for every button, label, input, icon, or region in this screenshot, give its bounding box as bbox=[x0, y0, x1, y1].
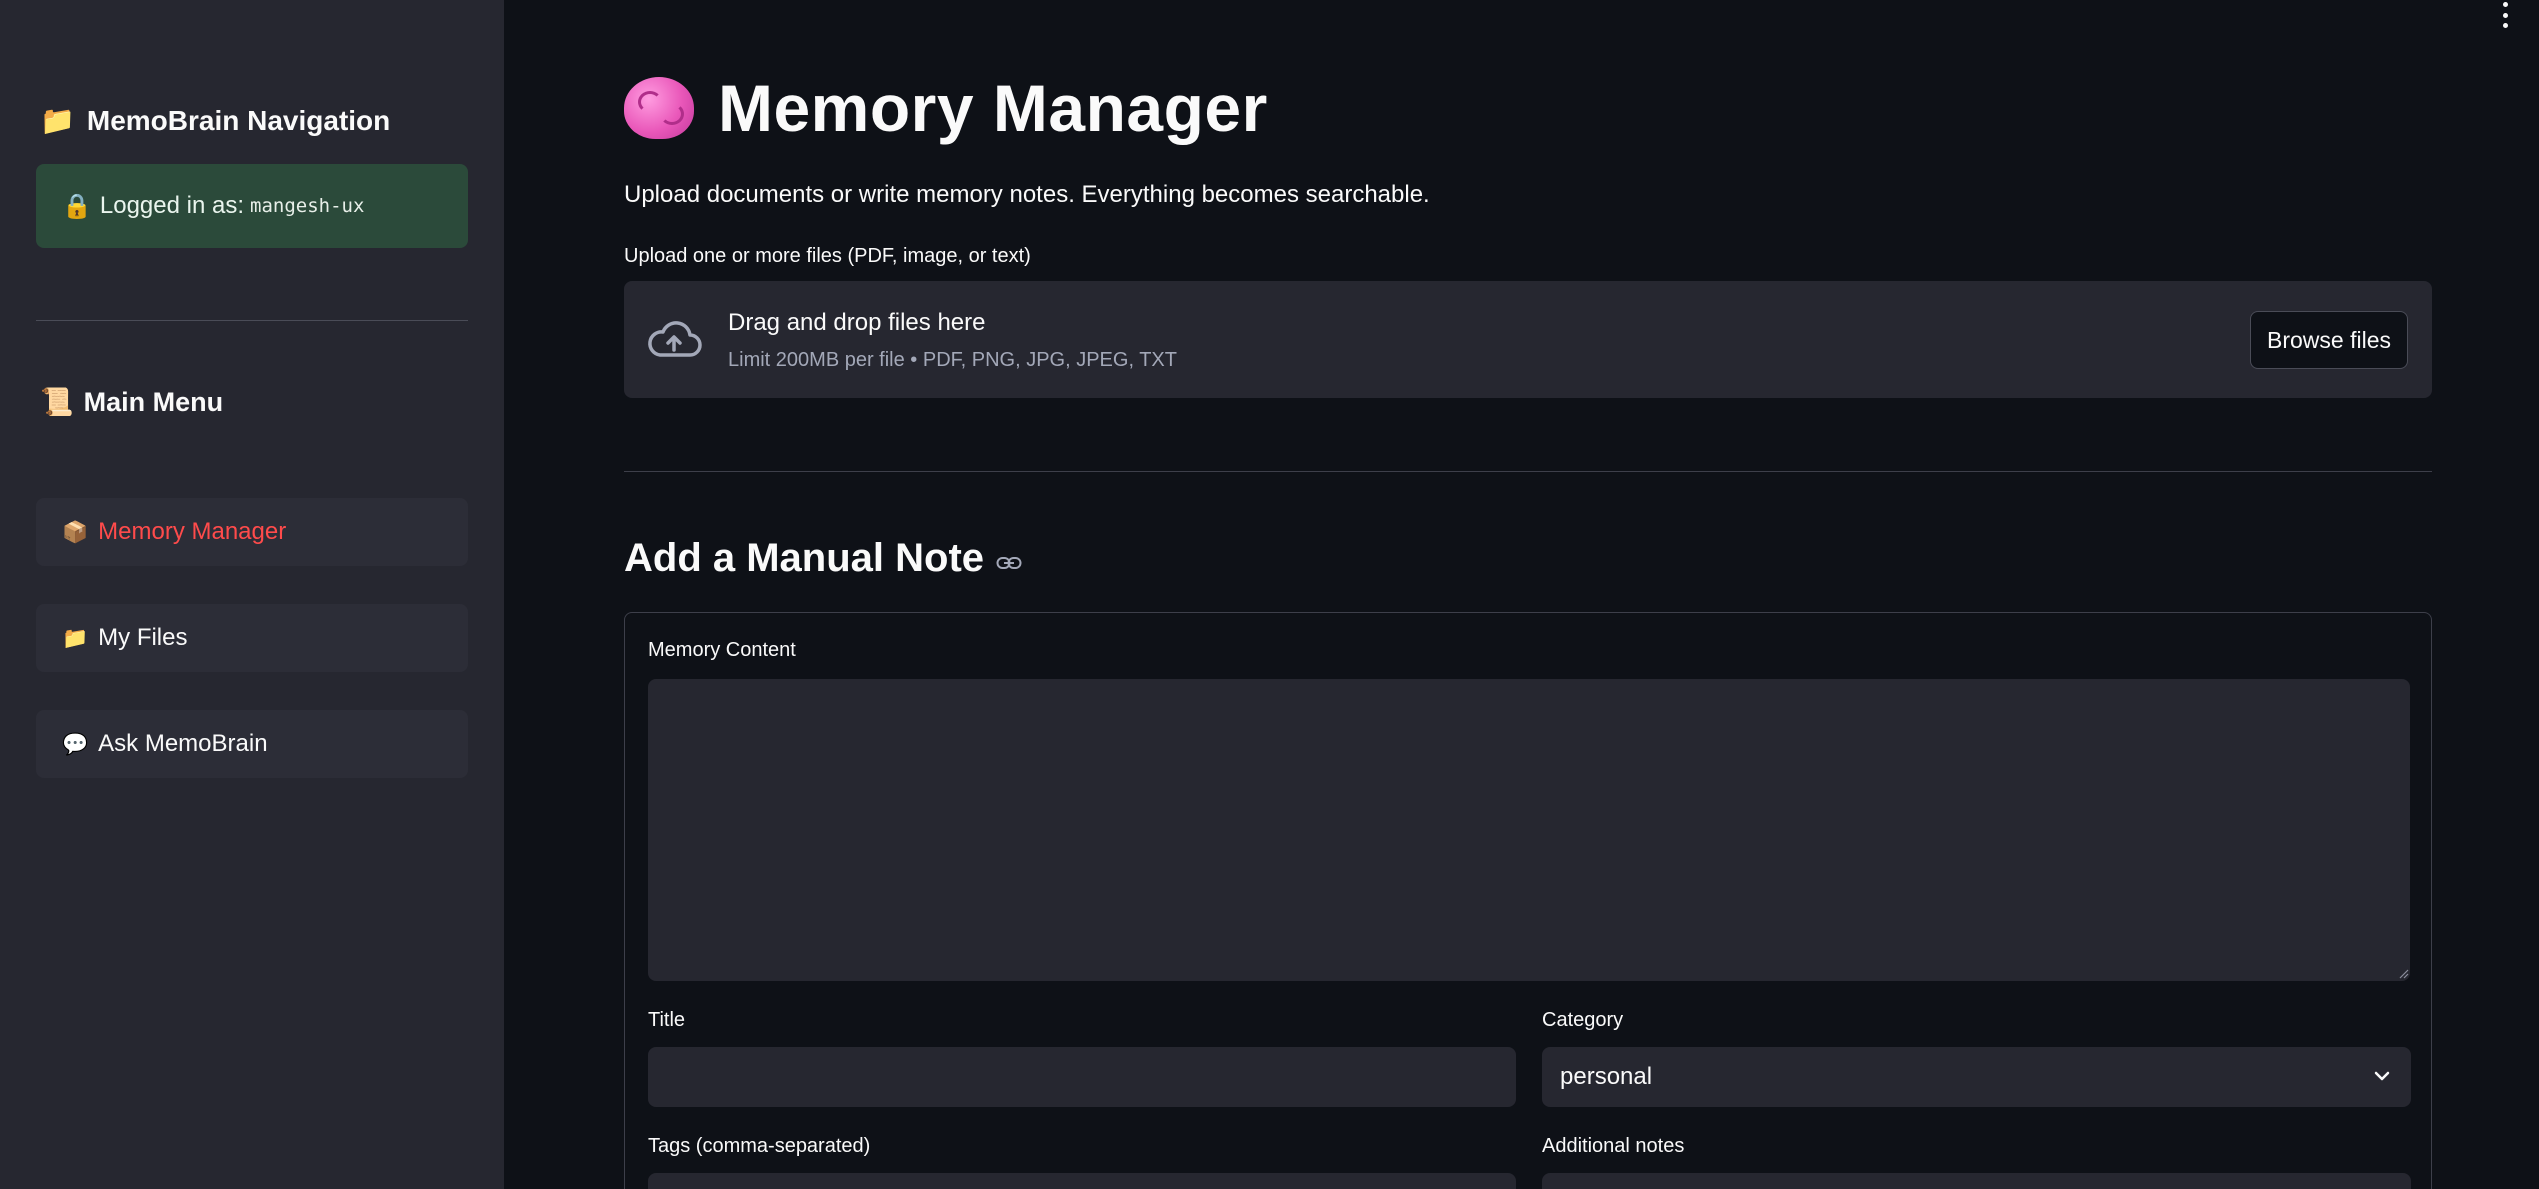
sidebar-divider bbox=[36, 320, 468, 321]
title-label: Title bbox=[648, 1009, 686, 1031]
sidebar-item-label: Memory Manager bbox=[98, 518, 287, 545]
sidebar-item-label: My Files bbox=[98, 624, 188, 651]
memory-content-label: Memory Content bbox=[648, 639, 796, 661]
section-title: Add a Manual Note bbox=[624, 536, 1022, 581]
login-prefix: Logged in as: bbox=[99, 192, 245, 219]
brain-icon bbox=[624, 77, 694, 139]
sidebar-item-memory-manager[interactable]: 📦 Memory Manager bbox=[36, 498, 468, 566]
tags-label: Tags (comma-separated) bbox=[648, 1135, 871, 1157]
page-title: Memory Manager bbox=[624, 70, 1268, 146]
kebab-menu-icon[interactable] bbox=[2499, 2, 2511, 28]
cloud-upload-icon bbox=[648, 321, 702, 357]
page-subtitle: Upload documents or write memory notes. … bbox=[624, 181, 1430, 208]
app: 📁 MemoBrain Navigation 🔒 Logged in as: m… bbox=[0, 0, 2539, 1189]
additional-notes-input[interactable] bbox=[1542, 1173, 2411, 1189]
sidebar: 📁 MemoBrain Navigation 🔒 Logged in as: m… bbox=[0, 0, 504, 1189]
login-username: mangesh-ux bbox=[250, 195, 365, 217]
package-icon: 📦 bbox=[62, 519, 89, 544]
page-title-text: Memory Manager bbox=[718, 71, 1268, 145]
section-title-text: Add a Manual Note bbox=[624, 536, 985, 580]
dropzone-limit: Limit 200MB per file • PDF, PNG, JPG, JP… bbox=[728, 349, 1177, 371]
lock-icon: 🔒 bbox=[62, 192, 92, 220]
manual-note-form: Memory Content Title Category personal T… bbox=[624, 612, 2432, 1189]
file-dropzone[interactable]: Drag and drop files here Limit 200MB per… bbox=[624, 281, 2432, 398]
folder-icon: 📁 bbox=[62, 625, 89, 650]
scroll-icon: 📜 bbox=[40, 387, 74, 418]
resize-grip-icon[interactable] bbox=[2399, 969, 2409, 979]
category-selected-value: personal bbox=[1560, 1063, 1653, 1090]
chevron-down-icon bbox=[2374, 1071, 2390, 1081]
sidebar-item-label: Ask MemoBrain bbox=[98, 730, 268, 757]
title-input[interactable] bbox=[648, 1047, 1516, 1107]
browse-files-button[interactable]: Browse files bbox=[2250, 311, 2408, 369]
main-menu-title-text: Main Menu bbox=[83, 386, 224, 417]
sidebar-item-ask-memobrain[interactable]: 💬 Ask MemoBrain bbox=[36, 710, 468, 778]
category-label: Category bbox=[1542, 1009, 1624, 1031]
main-content: Memory Manager Upload documents or write… bbox=[504, 0, 2539, 1189]
dot bbox=[2502, 2, 2508, 7]
sidebar-title-text: MemoBrain Navigation bbox=[86, 104, 391, 136]
login-status-box: 🔒 Logged in as: mangesh-ux bbox=[36, 164, 468, 248]
upload-label: Upload one or more files (PDF, image, or… bbox=[624, 245, 1031, 267]
category-select[interactable]: personal bbox=[1542, 1047, 2411, 1107]
section-divider bbox=[624, 471, 2432, 472]
speech-balloon-icon: 💬 bbox=[62, 731, 89, 756]
folder-icon: 📁 bbox=[40, 104, 75, 137]
additional-notes-label: Additional notes bbox=[1542, 1135, 1685, 1157]
tags-input[interactable] bbox=[648, 1173, 1516, 1189]
memory-content-textarea[interactable] bbox=[648, 679, 2410, 981]
sidebar-title: 📁 MemoBrain Navigation bbox=[40, 104, 390, 137]
dot bbox=[2502, 12, 2508, 18]
dot bbox=[2502, 23, 2508, 28]
link-icon[interactable] bbox=[996, 555, 1022, 571]
dropzone-instructions: Drag and drop files here bbox=[728, 309, 986, 336]
sidebar-item-my-files[interactable]: 📁 My Files bbox=[36, 604, 468, 672]
main-menu-title: 📜 Main Menu bbox=[40, 386, 224, 419]
